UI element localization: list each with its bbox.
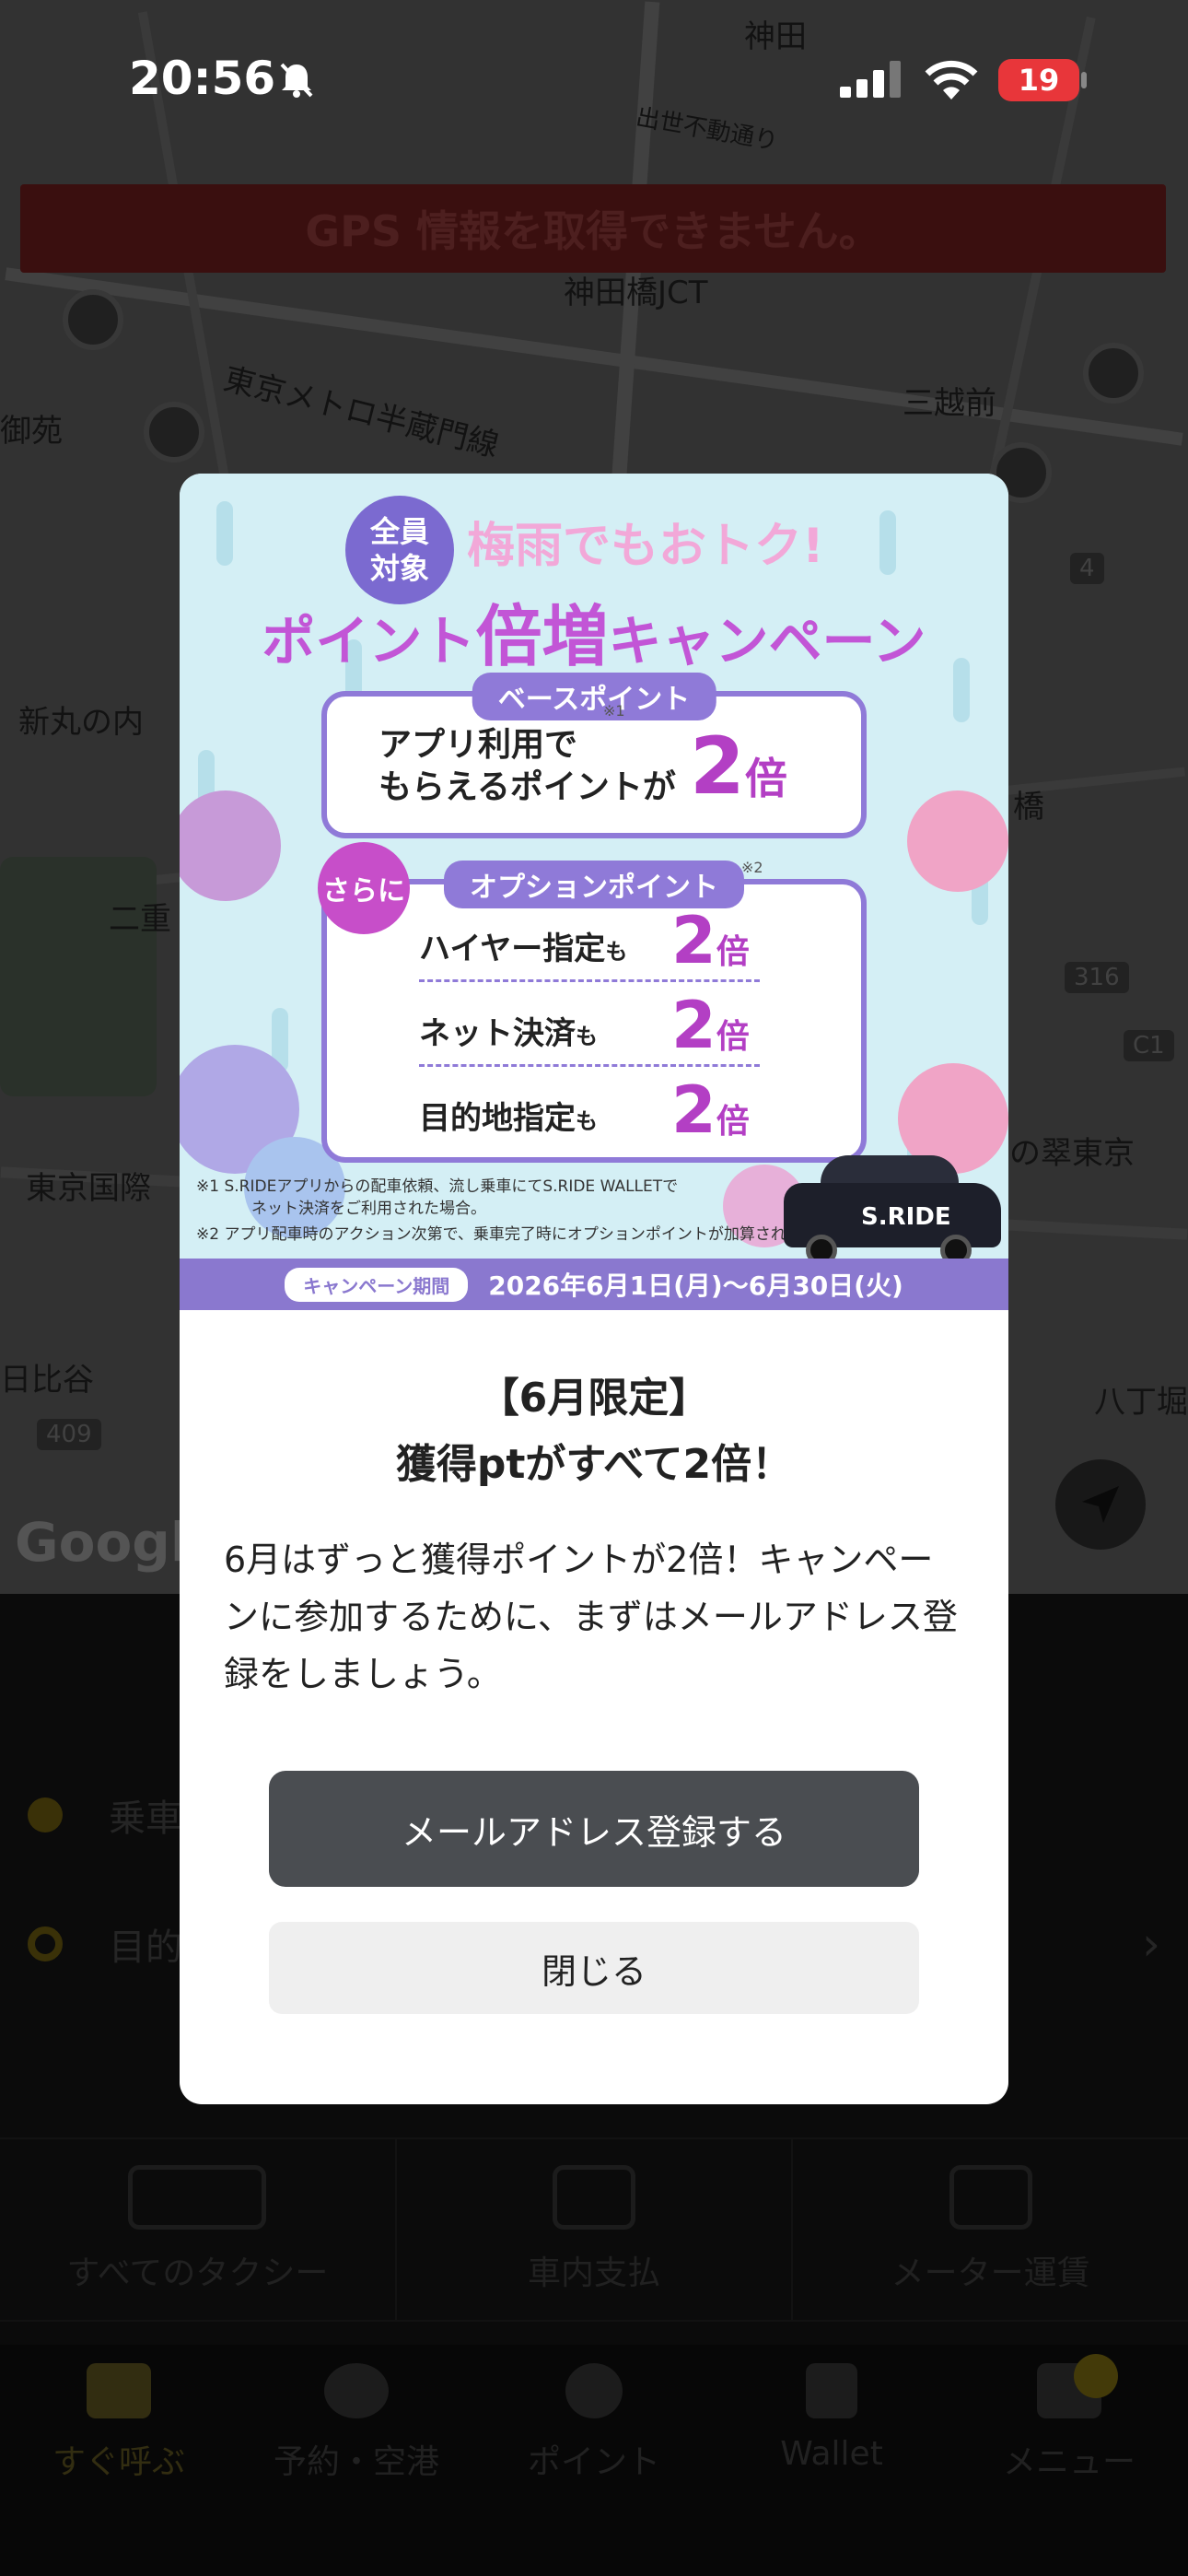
hydrangea-decoration (907, 790, 1008, 892)
base-point-panel: ベースポイント アプリ利用で もらえるポイントが ※1 2倍 (321, 673, 867, 838)
option-row-net-payment: ネット決済も 2倍 (419, 982, 760, 1067)
battery-icon: 19 (998, 59, 1079, 101)
banner-headline: ポイント倍増キャンペーン (262, 598, 926, 675)
register-email-button[interactable]: メールアドレス登録する (269, 1771, 919, 1887)
battery-cap (1081, 72, 1087, 88)
campaign-period-tag: キャンペーン期間 (285, 1267, 469, 1302)
footnote-1: ※1 S.RIDEアプリからの配車依頼、流し乗車にてS.RIDE WALLETで… (196, 1177, 679, 1218)
modal-title: 【6月限定】 獲得ptがすべて2倍！ (395, 1375, 793, 1488)
note-mark-1: ※1 (603, 702, 625, 720)
wifi-icon (925, 60, 978, 100)
modal-content: 【6月限定】 獲得ptがすべて2倍！ 6月はずっと獲得ポイントが2倍！キャンペー… (180, 1310, 1008, 2104)
sride-logo: S.RIDE (861, 1203, 951, 1231)
note-mark-2: ※2 (741, 859, 763, 876)
base-point-text: アプリ利用で もらえるポイントが (379, 726, 676, 806)
option-point-panel: オプションポイント ハイヤー指定も 2倍 ネット決済も 2倍 目的地指定も 2倍 (321, 861, 867, 1163)
hydrangea-decoration (180, 790, 281, 901)
bell-muted-icon (280, 63, 313, 98)
status-time: 20:56 (129, 52, 276, 105)
base-multiplier: 2倍 (690, 720, 787, 813)
close-button[interactable]: 閉じる (269, 1922, 919, 2014)
campaign-modal: 全員 対象 梅雨でもおトク! ポイント倍増キャンペーン ベースポイント アプリ利… (180, 474, 1008, 2104)
campaign-period-dates: 2026年6月1日(月)～6月30日(火) (488, 1270, 903, 1301)
option-row-destination: 目的地指定も 2倍 (419, 1072, 750, 1148)
banner-tagline: 梅雨でもおトク! (467, 519, 824, 574)
base-point-heading: ベースポイント (472, 673, 716, 720)
campaign-period-bar: キャンペーン期間 2026年6月1日(月)～6月30日(火) (180, 1259, 1008, 1310)
sarani-badge: さらに (318, 842, 410, 934)
footnote-2: ※2 アプリ配車時のアクション次第で、乗車完了時にオプションポイントが加算されま… (196, 1225, 833, 1244)
modal-description: 6月はずっと獲得ポイントが2倍！キャンペーンに参加するために、まずはメールアドレ… (224, 1540, 958, 1694)
campaign-banner-image[interactable]: 全員 対象 梅雨でもおトク! ポイント倍増キャンペーン ベースポイント アプリ利… (180, 474, 1008, 1310)
option-row-hire: ハイヤー指定も 2倍 (419, 897, 760, 982)
sride-taxi-image: S.RIDE (784, 1155, 1001, 1266)
cellular-signal-icon (840, 61, 901, 98)
status-bar: 20:56 19 (0, 0, 1188, 157)
